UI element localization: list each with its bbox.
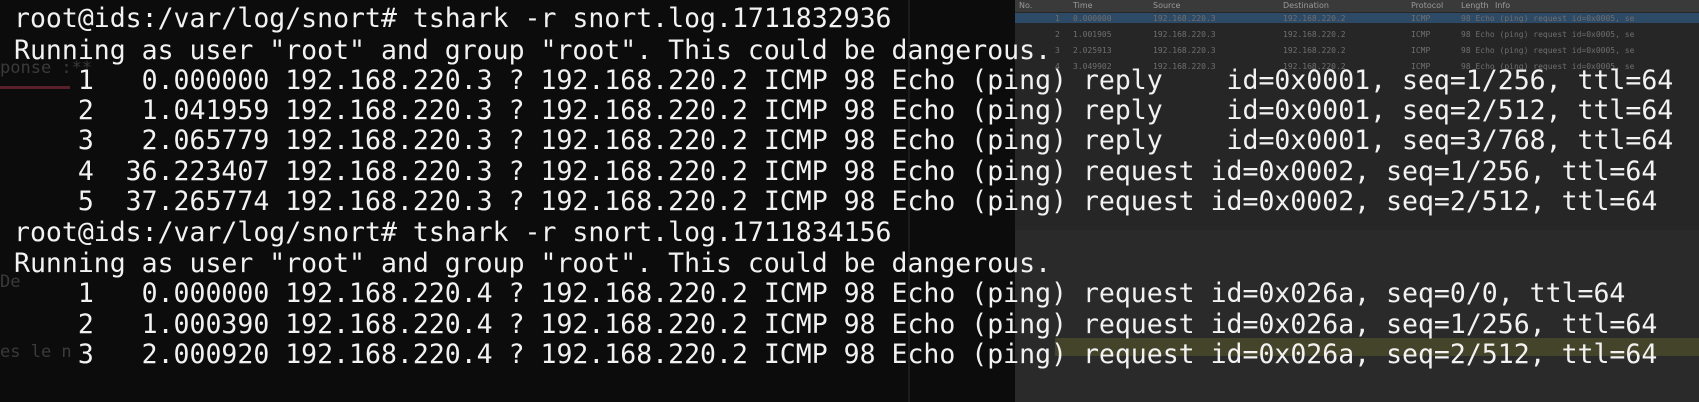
packet-text: 4 36.223407 192.168.220.3 ? 192.168.220.… — [14, 156, 1658, 187]
terminal-line-packet: 1 0.000000 192.168.220.4 ? 192.168.220.2… — [14, 278, 1626, 310]
packet-text: 2 1.000390 192.168.220.4 ? 192.168.220.2… — [14, 309, 1658, 340]
terminal-line-warning: Running as user "root" and group "root".… — [14, 35, 1051, 67]
packet-text: 1 0.000000 192.168.220.4 ? 192.168.220.2… — [14, 278, 1626, 309]
packet-text: 2 1.041959 192.168.220.3 ? 192.168.220.2… — [14, 95, 1674, 126]
terminal-line-warning: Running as user "root" and group "root".… — [14, 248, 1051, 280]
terminal-line-packet: 1 0.000000 192.168.220.3 ? 192.168.220.2… — [14, 65, 1673, 97]
packet-text: 1 0.000000 192.168.220.3 ? 192.168.220.2… — [14, 65, 1674, 96]
desktop: No. Time Source Destination Protocol Len… — [0, 0, 1699, 402]
warning-text: Running as user "root" and group "root".… — [14, 248, 1052, 279]
terminal-line-packet: 3 2.065779 192.168.220.3 ? 192.168.220.2… — [14, 125, 1673, 157]
terminal-line-prompt: root@ids:/var/log/snort# tshark -r snort… — [14, 217, 892, 249]
terminal-line-packet: 5 37.265774 192.168.220.3 ? 192.168.220.… — [14, 186, 1658, 218]
packet-text: 3 2.000920 192.168.220.4 ? 192.168.220.2… — [14, 339, 1658, 370]
terminal-line-packet: 2 1.041959 192.168.220.3 ? 192.168.220.2… — [14, 95, 1673, 127]
packet-text: 3 2.065779 192.168.220.3 ? 192.168.220.2… — [14, 125, 1674, 156]
terminal-line-packet: 4 36.223407 192.168.220.3 ? 192.168.220.… — [14, 156, 1658, 188]
terminal-line-prompt: root@ids:/var/log/snort# tshark -r snort… — [14, 3, 892, 35]
command-text: root@ids:/var/log/snort# tshark -r snort… — [14, 217, 892, 248]
packet-text: 5 37.265774 192.168.220.3 ? 192.168.220.… — [14, 186, 1658, 217]
terminal-line-packet: 3 2.000920 192.168.220.4 ? 192.168.220.2… — [14, 339, 1658, 371]
terminal-output[interactable]: root@ids:/var/log/snort# tshark -r snort… — [0, 0, 1699, 402]
command-text: root@ids:/var/log/snort# tshark -r snort… — [14, 3, 892, 34]
terminal-line-packet: 2 1.000390 192.168.220.4 ? 192.168.220.2… — [14, 309, 1658, 341]
warning-text: Running as user "root" and group "root".… — [14, 35, 1052, 66]
